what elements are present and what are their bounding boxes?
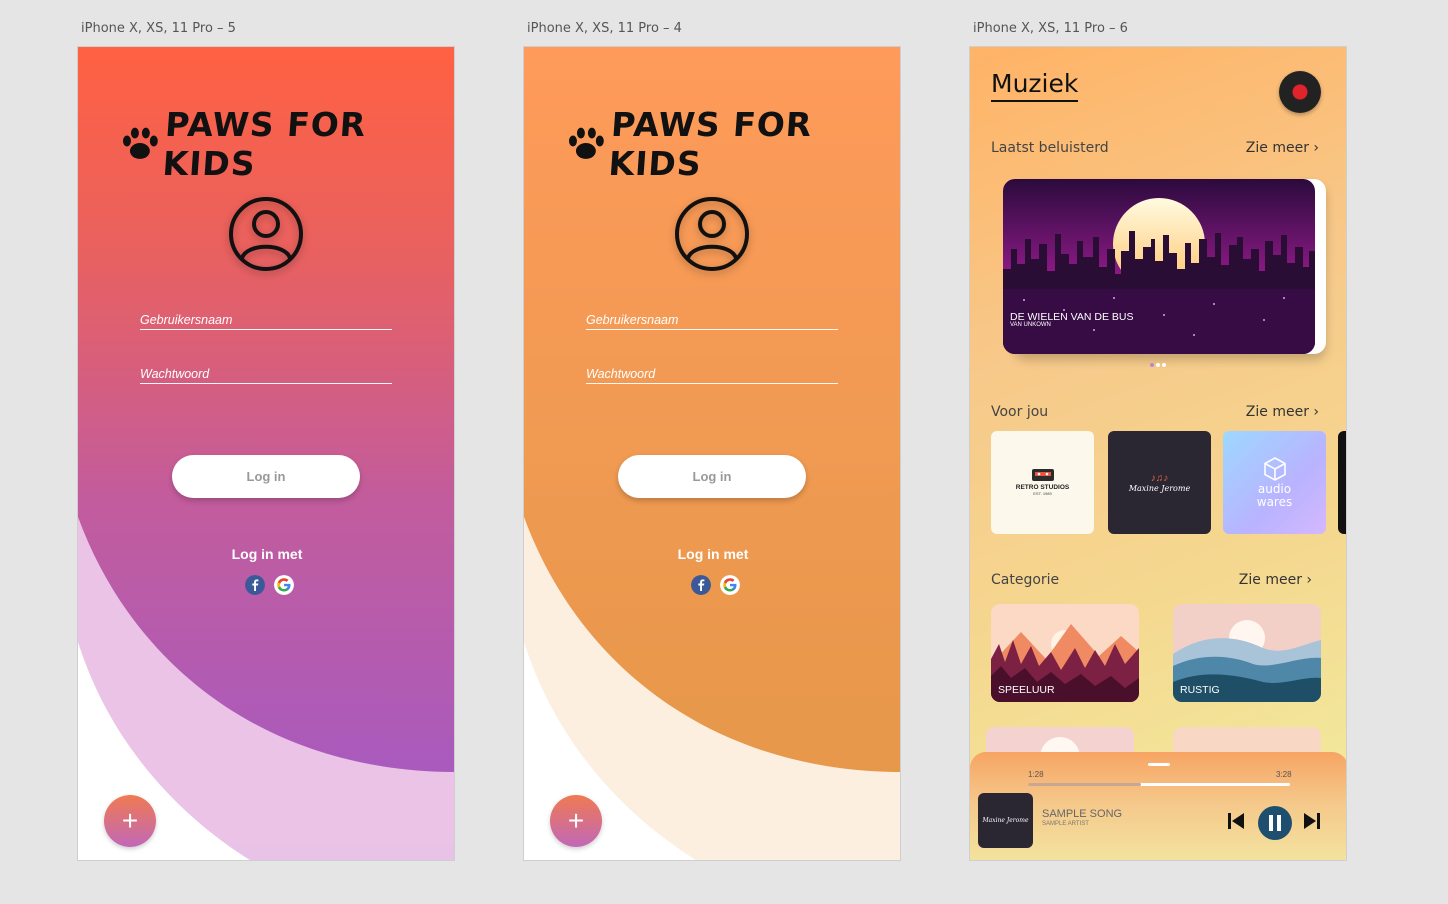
next-icon[interactable]: [1302, 811, 1322, 831]
tile-title: RETRO STUDIOS: [1015, 484, 1070, 491]
password-field[interactable]: Wachtwoord: [140, 367, 392, 384]
progress-track[interactable]: [1028, 783, 1290, 786]
user-avatar-icon: [675, 197, 749, 271]
brand-logo: PAWS FOR KIDS: [120, 105, 454, 183]
login-with-label: Log in met: [231, 546, 303, 562]
section-title: Laatst beluisterd: [991, 140, 1109, 156]
facebook-icon[interactable]: [691, 575, 711, 595]
login-with-label: Log in met: [677, 546, 749, 562]
album-art[interactable]: Maxine Jerome: [978, 793, 1033, 848]
see-more-link[interactable]: Zie meer ›: [1246, 404, 1319, 420]
song-artist: SAMPLE ARTIST: [1042, 821, 1089, 827]
foryou-tile-maxine-jerome[interactable]: ♪♫♪ Maxine Jerome: [1108, 431, 1211, 534]
brand-name: PAWS FOR KIDS: [161, 105, 368, 183]
section-title: Voor jou: [991, 404, 1049, 420]
brand-name: PAWS FOR KIDS: [607, 105, 814, 183]
tile-subtitle: wares: [1256, 494, 1293, 509]
artboard-label: iPhone X, XS, 11 Pro – 5: [81, 21, 236, 36]
login-screen-orange: PAWS FOR KIDS Gebruikersnaam Wachtwoord …: [523, 46, 901, 861]
password-field[interactable]: Wachtwoord: [586, 367, 838, 384]
section-category-header: Categorie Zie meer ›: [991, 572, 1312, 588]
paw-icon: [122, 127, 158, 159]
now-playing-bar: 1:28 3:28 Maxine Jerome SAMPLE SONG SAMP…: [970, 752, 1346, 860]
section-foryou-header: Voor jou Zie meer ›: [991, 404, 1319, 420]
login-screen-coral: PAWS FOR KIDS Gebruikersnaam Wachtwoord …: [77, 46, 455, 861]
category-card-speeluur[interactable]: SPEELUUR: [991, 604, 1139, 702]
total-time: 3:28: [1276, 770, 1292, 779]
user-avatar-icon: [229, 197, 303, 271]
album-label: Maxine Jerome: [982, 817, 1029, 824]
section-recent-header: Laatst beluisterd Zie meer ›: [991, 140, 1319, 156]
add-button[interactable]: +: [550, 795, 602, 847]
plus-icon: +: [567, 805, 585, 836]
add-button[interactable]: +: [104, 795, 156, 847]
google-icon[interactable]: [720, 575, 740, 595]
login-button[interactable]: Log in: [172, 455, 360, 498]
username-field[interactable]: Gebruikersnaam: [140, 313, 392, 330]
track-artist: VAN UNKOWN: [1010, 322, 1051, 328]
elapsed-time: 1:28: [1028, 770, 1044, 779]
section-title: Categorie: [991, 572, 1060, 588]
see-more-link[interactable]: Zie meer ›: [1239, 572, 1312, 588]
login-button[interactable]: Log in: [618, 455, 806, 498]
carousel-dot[interactable]: [1150, 363, 1154, 367]
music-notes-icon: ♪♫♪: [1150, 472, 1169, 484]
previous-icon[interactable]: [1226, 811, 1246, 831]
drag-handle[interactable]: [1148, 763, 1170, 766]
progress-fill: [1028, 783, 1141, 786]
artboard-label: iPhone X, XS, 11 Pro – 6: [973, 21, 1128, 36]
artboard-label: iPhone X, XS, 11 Pro – 4: [527, 21, 682, 36]
foryou-tile-retro-studios[interactable]: RETRO STUDIOS EST. 1989: [991, 431, 1094, 534]
cassette-icon: [1031, 469, 1054, 481]
page-title: Muziek: [991, 68, 1079, 102]
social-login: [691, 575, 740, 595]
carousel-dot[interactable]: [1156, 363, 1160, 367]
username-field[interactable]: Gebruikersnaam: [586, 313, 838, 330]
paw-icon: [568, 127, 604, 159]
carousel-pagination: [1150, 363, 1166, 367]
facebook-icon[interactable]: [245, 575, 265, 595]
tile-title: Maxine Jerome: [1128, 483, 1191, 493]
google-icon[interactable]: [274, 575, 294, 595]
see-more-link[interactable]: Zie meer ›: [1246, 140, 1319, 156]
foryou-tile-partial[interactable]: [1338, 431, 1346, 534]
recent-track-card[interactable]: DE WIELEN VAN DE BUS VAN UNKOWN: [1003, 179, 1315, 354]
category-label: RUSTIG: [1180, 684, 1220, 696]
music-screen: Muziek Laatst beluisterd Zie meer › DE W…: [969, 46, 1347, 861]
tile-title: audio: [1257, 481, 1292, 496]
social-login: [245, 575, 294, 595]
plus-icon: +: [121, 805, 139, 836]
cube-icon: [1263, 456, 1286, 481]
song-title: SAMPLE SONG: [1042, 808, 1123, 820]
brand-logo: PAWS FOR KIDS: [566, 105, 900, 183]
vinyl-record-icon[interactable]: [1279, 71, 1321, 113]
tile-subtitle: EST. 1989: [1033, 491, 1052, 496]
category-card-rustig[interactable]: RUSTIG: [1173, 604, 1321, 702]
carousel-dot[interactable]: [1162, 363, 1166, 367]
category-label: SPEELUUR: [998, 684, 1055, 696]
foryou-tile-audio-wares[interactable]: audio wares: [1223, 431, 1326, 534]
pause-icon[interactable]: [1257, 805, 1293, 841]
